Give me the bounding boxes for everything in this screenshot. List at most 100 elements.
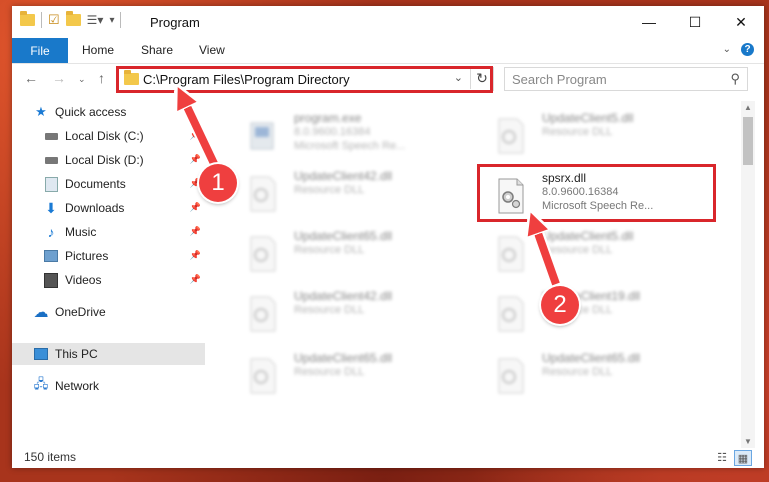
new-folder-icon[interactable] [65, 11, 81, 26]
cloud-icon: ☁ [33, 304, 49, 321]
file-description: Resource DLL [542, 126, 613, 138]
sidebar-item-label: Local Disk (D:) [65, 153, 144, 167]
dll-file-icon [498, 296, 524, 332]
folder-icon[interactable] [20, 11, 35, 26]
file-highlight [477, 164, 716, 222]
file-name: UpdateClient5.dll [542, 111, 634, 125]
drive-icon [44, 153, 58, 167]
dll-file-icon [250, 236, 276, 272]
dropdown-icon[interactable]: ▾ [109, 15, 114, 26]
sidebar-item-label: Local Disk (C:) [65, 129, 144, 143]
ribbon-right-controls: ⌄ ? [723, 43, 754, 56]
drive-icon [44, 129, 58, 143]
pin-icon[interactable]: 📌 [190, 154, 201, 165]
status-bar: 150 items ☷ ▦ [12, 446, 764, 468]
scrollbar-thumb[interactable] [743, 117, 753, 165]
pictures-icon [44, 249, 58, 263]
file-tile[interactable]: UpdateClient5.dll Resource DLL [487, 109, 707, 161]
vertical-scrollbar[interactable]: ▲ ▼ [741, 101, 755, 448]
scroll-up-icon[interactable]: ▲ [744, 103, 752, 112]
help-icon[interactable]: ? [741, 43, 754, 56]
file-tile[interactable]: UpdateClient65.dll Resource DLL [239, 349, 459, 401]
tab-file[interactable]: File [12, 38, 68, 63]
pin-icon[interactable]: 📌 [190, 130, 201, 141]
file-name: program.exe [294, 111, 362, 125]
item-count: 150 items [24, 450, 77, 464]
file-description: Resource DLL [542, 244, 613, 256]
expand-ribbon-icon[interactable]: ⌄ [723, 44, 731, 55]
window-controls: — ☐ ✕ [626, 6, 764, 38]
tab-share[interactable]: Share [141, 43, 173, 57]
tiles-view-icon[interactable]: ▦ [734, 450, 752, 466]
details-view-icon[interactable]: ☷ [714, 450, 730, 464]
sidebar-item-downloads[interactable]: ⬇ Downloads 📌 [44, 197, 205, 219]
dll-file-icon [498, 358, 524, 394]
file-tile[interactable]: program.exe 8.0.9600.16384 Microsoft Spe… [239, 109, 459, 161]
file-tile[interactable]: UpdateClient19.dll Resource DLL [487, 287, 707, 339]
file-version: 8.0.9600.16384 [294, 126, 371, 138]
tab-home[interactable]: Home [82, 43, 114, 57]
scroll-down-icon[interactable]: ▼ [744, 437, 752, 446]
dll-file-icon [498, 118, 524, 154]
file-name: UpdateClient5.dll [542, 229, 634, 243]
navigation-pane: ★ Quick access Local Disk (C:) 📌 Local D… [12, 101, 205, 441]
file-name: UpdateClient42.dll [294, 289, 393, 303]
dll-file-icon [250, 176, 276, 212]
pc-icon [34, 347, 48, 361]
sidebar-item-videos[interactable]: Videos 📌 [44, 269, 205, 291]
recent-dropdown-icon[interactable]: ⌄ [78, 74, 86, 85]
file-tile[interactable]: UpdateClient42.dll Resource DLL [239, 167, 459, 219]
file-tile[interactable]: UpdateClient65.dll Resource DLL [487, 349, 707, 401]
file-tile[interactable]: UpdateClient5.dll Resource DLL [487, 227, 707, 279]
search-icon: ⚲ [730, 71, 740, 86]
up-arrow-icon[interactable]: ↑ [98, 70, 105, 86]
sidebar-item-pictures[interactable]: Pictures 📌 [44, 245, 205, 267]
sidebar-item-onedrive[interactable]: ☁ OneDrive [34, 301, 205, 323]
sidebar-item-label: Documents [65, 177, 126, 191]
downloads-icon: ⬇ [45, 199, 57, 216]
file-description: Resource DLL [294, 244, 365, 256]
file-name: UpdateClient42.dll [294, 169, 393, 183]
file-description: Resource DLL [294, 184, 365, 196]
pin-icon[interactable]: 📌 [190, 274, 201, 285]
file-tile[interactable]: UpdateClient42.dll Resource DLL [239, 287, 459, 339]
exe-file-icon [250, 122, 274, 150]
sidebar-item-label: This PC [55, 347, 98, 361]
divider [120, 12, 122, 28]
sidebar-item-quick-access[interactable]: ★ Quick access [34, 101, 227, 123]
sidebar-item-network[interactable]: 🖧 Network [34, 375, 205, 397]
sidebar-item-local-disk-d[interactable]: Local Disk (D:) 📌 [44, 149, 205, 171]
sidebar-item-label: Downloads [65, 201, 125, 215]
file-name: UpdateClient65.dll [294, 229, 393, 243]
music-icon: ♪ [47, 224, 55, 240]
ribbon: File Home Share View ⌄ ? [12, 38, 764, 64]
customize-icon[interactable]: ☰▾ [87, 13, 104, 27]
quick-access-toolbar: ☑ ☰▾ ▾ [20, 11, 122, 28]
search-box[interactable]: Search Program ⚲ [504, 67, 748, 91]
maximize-button[interactable]: ☐ [672, 6, 718, 38]
window-title: Program [150, 15, 200, 30]
file-name: UpdateClient65.dll [542, 351, 641, 365]
pin-icon[interactable]: 📌 [190, 226, 201, 237]
callout-badge-1: 1 [199, 164, 237, 202]
sidebar-item-documents[interactable]: Documents 📌 [44, 173, 205, 195]
pin-icon[interactable]: 📌 [190, 202, 201, 213]
forward-arrow-icon[interactable]: → [52, 70, 66, 86]
search-input[interactable]: Search Program [512, 72, 607, 87]
sidebar-item-label: Network [55, 379, 100, 393]
sidebar-item-label: OneDrive [55, 305, 106, 319]
back-arrow-icon[interactable]: ← [24, 70, 38, 86]
properties-icon[interactable]: ☑ [48, 12, 60, 28]
sidebar-item-music[interactable]: ♪ Music 📌 [44, 221, 205, 243]
file-tile[interactable]: UpdateClient65.dll Resource DLL [239, 227, 459, 279]
sidebar-item-local-disk-c[interactable]: Local Disk (C:) 📌 [44, 125, 205, 147]
minimize-button[interactable]: — [626, 6, 672, 38]
close-button[interactable]: ✕ [718, 6, 764, 38]
view-switcher: ☷ ▦ [714, 450, 752, 466]
tab-view[interactable]: View [199, 43, 225, 57]
file-name: UpdateClient65.dll [294, 351, 393, 365]
pin-icon[interactable]: 📌 [190, 250, 201, 261]
documents-icon [44, 176, 58, 192]
sidebar-item-this-pc[interactable]: This PC [12, 343, 205, 365]
divider [41, 12, 42, 28]
